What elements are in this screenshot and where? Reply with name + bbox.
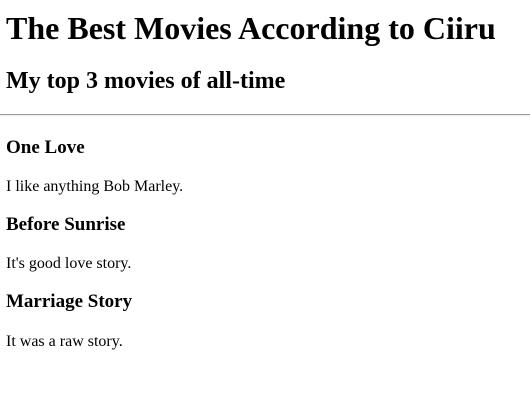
page-title: The Best Movies According to Ciiru — [6, 10, 496, 46]
movie-title: One Love — [6, 137, 85, 158]
divider — [0, 114, 530, 116]
movie-description: It's good love story. — [6, 255, 132, 272]
page-subtitle: My top 3 movies of all-time — [6, 68, 286, 94]
page: The Best Movies According to Ciiru My to… — [0, 0, 530, 411]
movie-description: I like anything Bob Marley. — [6, 178, 184, 195]
movie-title: Marriage Story — [6, 291, 133, 312]
movie-title: Before Sunrise — [6, 214, 126, 235]
movie-description: It was a raw story. — [6, 333, 123, 350]
